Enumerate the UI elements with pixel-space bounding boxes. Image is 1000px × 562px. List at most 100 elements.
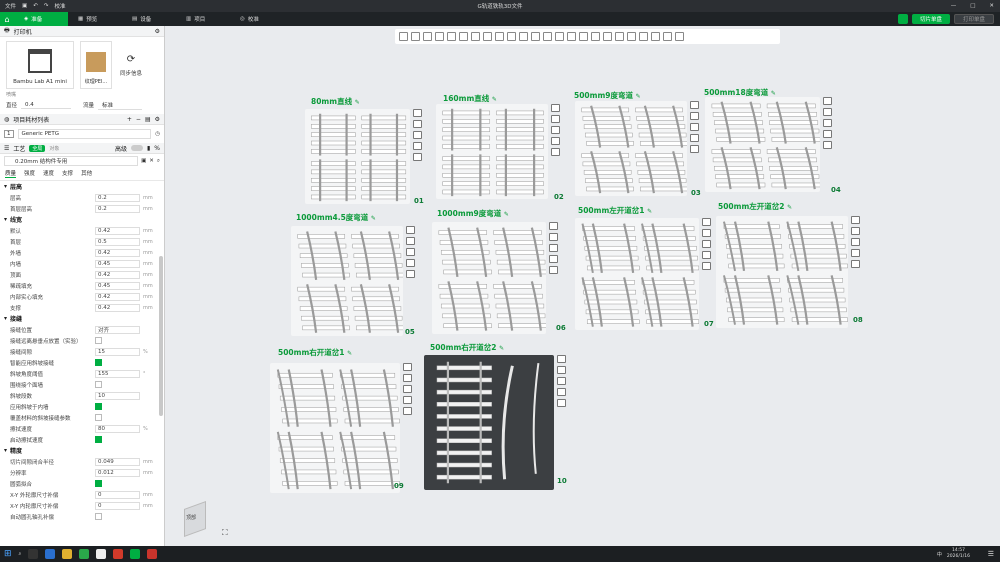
plate-name-label[interactable]: 500mm左开道岔2 ✎ — [718, 201, 792, 212]
setting-input[interactable]: 15 — [95, 347, 140, 356]
edit-icon[interactable]: ✎ — [355, 99, 360, 106]
edit-filament-icon[interactable]: ▤ — [145, 116, 151, 123]
plate-name-label[interactable]: 1000mm9度弯道 ✎ — [437, 208, 509, 219]
explorer-icon[interactable] — [62, 549, 73, 559]
track-models[interactable] — [424, 355, 554, 490]
build-plate[interactable] — [270, 363, 400, 493]
paint-seam-icon[interactable] — [543, 32, 552, 41]
plate-name-label[interactable]: 500mm18度弯道 ✎ — [704, 87, 776, 98]
flow-select[interactable]: 标准 — [98, 101, 143, 110]
delete-plate-icon[interactable] — [690, 101, 699, 109]
plate-name-label[interactable]: 500mm9度弯道 ✎ — [574, 90, 641, 101]
edit-icon[interactable]: ✎ — [771, 90, 776, 97]
advanced-toggle[interactable] — [130, 145, 143, 151]
build-plate[interactable] — [436, 104, 548, 199]
tab-preview[interactable]: ▦ 预览 — [68, 12, 122, 26]
setting-input[interactable]: 0.2 — [95, 193, 140, 202]
setting-checkbox[interactable] — [95, 381, 102, 388]
orient-icon[interactable] — [435, 32, 444, 41]
plate-name-label[interactable]: 500mm右开道岔2 ✎ — [430, 342, 504, 353]
remove-filament-button[interactable]: − — [136, 116, 141, 123]
orient-plate-icon[interactable] — [406, 237, 415, 245]
filament-select[interactable]: Generic PETG — [17, 129, 152, 139]
setting-input[interactable]: 0.42 — [95, 292, 140, 301]
edit-icon[interactable]: ✎ — [636, 93, 641, 100]
setting-input[interactable]: 155 — [95, 369, 140, 378]
settings-icon[interactable] — [897, 14, 908, 24]
filament-edit-icon[interactable]: ◷ — [155, 131, 160, 137]
plate-name-label[interactable]: 80mm直线 ✎ — [311, 96, 360, 107]
plate-name-label[interactable]: 500mm左开道岔1 ✎ — [578, 205, 652, 216]
filament-row[interactable]: 1 Generic PETG ◷ — [0, 125, 164, 143]
track-models[interactable] — [575, 101, 688, 196]
delete-plate-icon[interactable] — [413, 109, 422, 117]
settings-group-title[interactable]: ▾ 线宽 — [0, 214, 164, 225]
build-plate[interactable] — [432, 222, 547, 334]
taskview-icon[interactable] — [28, 549, 39, 559]
orient-plate-icon[interactable] — [557, 366, 566, 374]
scale-icon[interactable] — [483, 32, 492, 41]
percent-icon[interactable]: % — [154, 145, 160, 152]
settings-group-title[interactable]: ▾ 精度 — [0, 445, 164, 456]
file-menu[interactable]: 文件 — [5, 2, 16, 10]
track-models[interactable] — [291, 226, 404, 336]
sidebar-scrollbar[interactable] — [159, 256, 163, 416]
arrange-plate-icon[interactable] — [403, 385, 412, 393]
lay-on-face-icon[interactable] — [507, 32, 516, 41]
arrange-plate-icon[interactable] — [702, 240, 711, 248]
setting-input[interactable]: 对齐 — [95, 325, 140, 334]
paint-color-icon[interactable] — [555, 32, 564, 41]
start-icon[interactable]: ⊞ — [4, 549, 12, 559]
redo-icon[interactable]: ↷ — [44, 3, 49, 9]
edit-icon[interactable]: ✎ — [787, 204, 792, 211]
home-icon[interactable]: ⌂ — [0, 12, 14, 26]
edit-icon[interactable]: ✎ — [347, 350, 352, 357]
lock-plate-icon[interactable] — [702, 251, 711, 259]
track-models[interactable] — [575, 218, 700, 330]
plate-settings-icon[interactable] — [549, 266, 558, 274]
rotate-icon[interactable] — [471, 32, 480, 41]
delete-plate-icon[interactable] — [551, 104, 560, 112]
delete-plate-icon[interactable] — [702, 218, 711, 226]
notification-icon[interactable]: ☰ — [988, 550, 994, 558]
save-preset-icon[interactable]: ▣ — [141, 158, 146, 164]
setting-input[interactable]: 0.45 — [95, 281, 140, 290]
lock-plate-icon[interactable] — [551, 137, 560, 145]
move-icon[interactable] — [459, 32, 468, 41]
maximize-button[interactable]: □ — [970, 3, 975, 9]
slice-plate-button[interactable]: 切片单盘 — [911, 14, 950, 24]
setting-input[interactable]: 0.45 — [95, 259, 140, 268]
print-plate-button[interactable]: 打印单盘 — [953, 14, 994, 24]
setting-input[interactable]: 10 — [95, 391, 140, 400]
sync-button[interactable]: ⟳ 同步信息 — [118, 41, 144, 89]
setting-input[interactable]: 0.012 — [95, 468, 140, 477]
app2-icon[interactable] — [113, 549, 124, 559]
track-models[interactable] — [270, 363, 400, 493]
lock-plate-icon[interactable] — [851, 249, 860, 257]
assembly-icon[interactable] — [603, 32, 612, 41]
arrange-plate-icon[interactable] — [851, 238, 860, 246]
tab-others[interactable]: 其他 — [81, 169, 92, 178]
mesh-boolean-icon[interactable] — [519, 32, 528, 41]
setting-checkbox[interactable] — [95, 337, 102, 344]
process-preset-select[interactable]: 0.20mm 结构件专用 — [4, 156, 139, 166]
compare-icon[interactable]: ▮ — [147, 145, 150, 152]
add-filament-button[interactable]: + — [127, 116, 132, 123]
setting-input[interactable]: 0.5 — [95, 237, 140, 246]
orient-plate-icon[interactable] — [413, 120, 422, 128]
orient-plate-icon[interactable] — [690, 112, 699, 120]
tab-speed[interactable]: 速度 — [43, 169, 54, 178]
setting-checkbox[interactable] — [95, 414, 102, 421]
track-models[interactable] — [716, 216, 848, 328]
lock-plate-icon[interactable] — [823, 130, 832, 138]
orient-plate-icon[interactable] — [851, 227, 860, 235]
wechat-icon[interactable] — [79, 549, 90, 559]
tab-calibration[interactable]: ◎ 校准 — [230, 12, 284, 26]
save-icon[interactable]: ▣ — [22, 3, 27, 9]
setting-checkbox[interactable] — [95, 513, 102, 520]
plate-settings-icon[interactable] — [413, 153, 422, 161]
setting-input[interactable]: 80 — [95, 424, 140, 433]
lock-plate-icon[interactable] — [403, 396, 412, 404]
track-models[interactable] — [436, 104, 548, 199]
text-icon[interactable] — [567, 32, 576, 41]
